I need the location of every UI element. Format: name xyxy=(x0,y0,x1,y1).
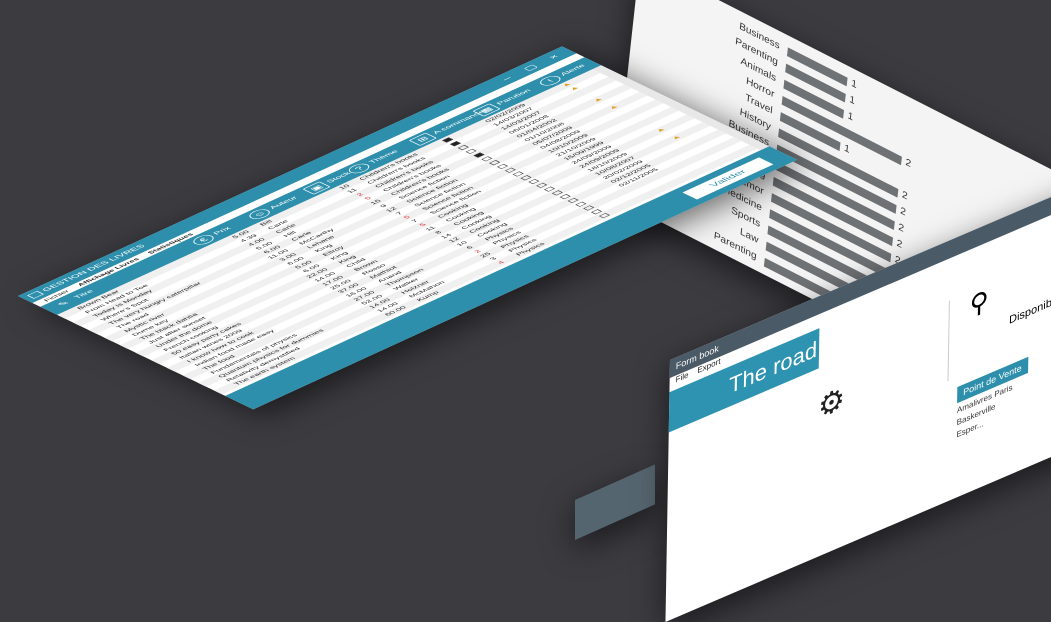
chart-value-label: 2 xyxy=(897,221,905,235)
chart-value-label: 1 xyxy=(847,110,854,124)
chart-value-label: 2 xyxy=(904,156,912,171)
background-window-fragment xyxy=(575,464,655,540)
chart-value-label: 1 xyxy=(850,77,858,92)
chart-value-label: 1 xyxy=(848,94,856,108)
chart-value-label: 2 xyxy=(899,205,907,219)
chart-value-label: 1 xyxy=(843,142,851,156)
chart-value-label: 2 xyxy=(896,237,903,252)
commander-checkbox[interactable] xyxy=(598,212,610,219)
availability-label: Disponibilité xyxy=(1008,289,1051,328)
magnifier-icon: ⚲ xyxy=(969,283,989,322)
gear-icon[interactable]: ⚙ xyxy=(818,380,846,427)
chart-value-label: 2 xyxy=(901,189,909,203)
